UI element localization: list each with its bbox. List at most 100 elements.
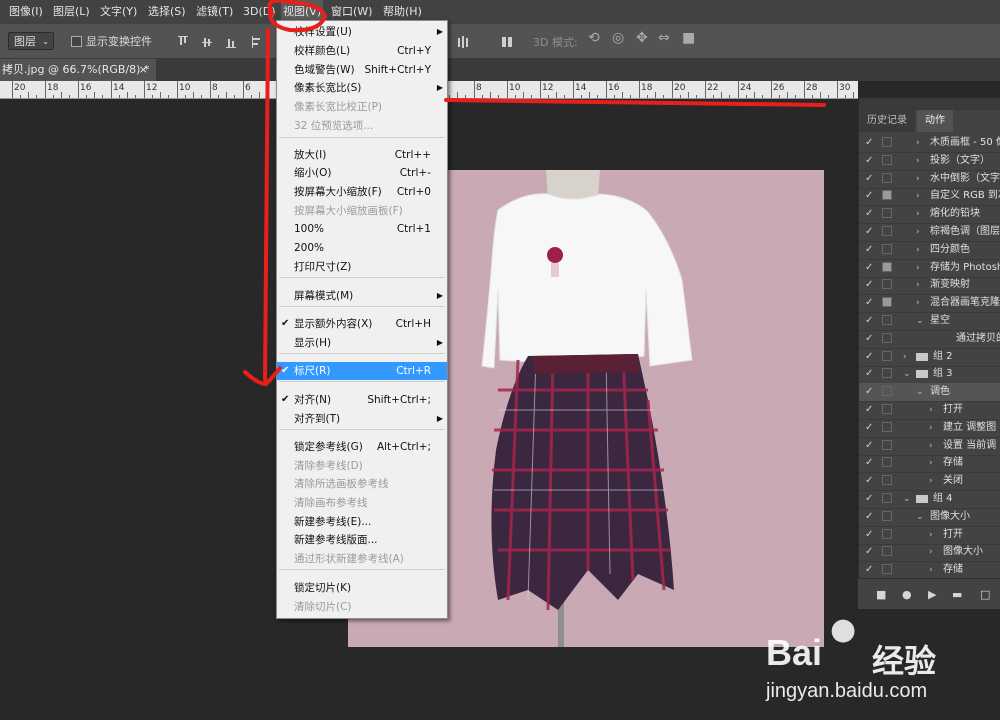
show-transform-checkbox[interactable] [71,36,82,47]
tab-actions[interactable]: 动作 [917,110,953,132]
3d-scale-icon[interactable]: ■ [682,30,695,46]
view-menu-item[interactable]: 校样颜色(L) Ctrl+Y [277,42,447,60]
menu-image[interactable]: 图像(I) [7,0,45,24]
menu-filter[interactable]: 滤镜(T) [194,0,235,24]
chevron-down-icon[interactable]: ⌄ [903,490,911,508]
action-row[interactable]: ✓ › 存储 [859,454,1000,474]
view-menu-item[interactable]: 打印尺寸(Z) [277,258,447,276]
action-row[interactable]: ✓ › 存储为 Photoshop [859,259,1000,278]
view-menu-item[interactable]: 锁定参考线(G) Alt+Ctrl+; [277,438,447,456]
distribute-icon[interactable] [458,36,468,48]
action-row[interactable]: ✓ ⌄ 星空 [859,312,1000,331]
view-menu-item[interactable]: 对齐到(T) ▶ [277,410,447,428]
3d-roll-icon[interactable]: ◎ [612,30,624,46]
view-menu-item[interactable]: 屏幕模式(M) ▶ [277,287,447,305]
tab-history[interactable]: 历史记录 [859,110,915,132]
close-icon[interactable]: × [139,59,148,81]
chevron-right-icon[interactable]: › [929,543,933,561]
chevron-right-icon[interactable]: › [929,401,933,419]
chevron-right-icon[interactable]: › [916,223,920,241]
dialog-toggle-box[interactable] [882,368,892,379]
toggle-checkmark-icon[interactable]: ✓ [865,173,873,184]
dialog-toggle-box[interactable] [882,137,892,147]
dialog-toggle-box[interactable] [882,386,892,397]
chevron-down-icon[interactable]: ⌄ [916,383,924,401]
dialog-toggle-box[interactable] [882,564,892,575]
dialog-toggle-box[interactable] [882,154,892,165]
view-menu-item[interactable]: ✔ 标尺(R) Ctrl+R [277,362,447,380]
3d-orbit-icon[interactable]: ⟲ [588,30,600,46]
toggle-checkmark-icon[interactable]: ✓ [865,511,873,522]
chevron-right-icon[interactable]: › [916,294,920,312]
chevron-right-icon[interactable]: › [916,187,920,205]
action-row[interactable]: ✓ › 四分颜色 [859,241,1000,260]
chevron-right-icon[interactable]: › [929,437,933,455]
3d-slide-icon[interactable]: ⇔ [658,30,670,46]
action-row[interactable]: ✓ › 渐变映射 [859,276,1000,296]
toggle-checkmark-icon[interactable]: ✓ [865,369,873,379]
dialog-toggle-box[interactable] [882,261,892,272]
toggle-checkmark-icon[interactable]: ✓ [865,422,873,433]
view-menu-item[interactable]: 放大(I) Ctrl++ [277,146,447,164]
chevron-down-icon[interactable]: ⌄ [916,312,924,330]
chevron-down-icon[interactable]: ⌄ [903,365,911,383]
dialog-toggle-box[interactable] [882,421,892,432]
action-row[interactable]: ✓ › 木质画框 - 50 像 [859,134,1000,153]
chevron-right-icon[interactable]: › [916,259,920,277]
align-top-icon[interactable] [178,36,188,48]
align-bottom-icon[interactable] [226,36,236,48]
dialog-toggle-box[interactable] [882,457,892,468]
toggle-checkmark-icon[interactable]: ✓ [865,458,873,468]
action-row[interactable]: ✓ ⌄ 组 4 [859,490,1000,509]
record-icon[interactable]: ● [902,588,912,601]
view-menu-item[interactable]: 新建参考线版面... [277,531,447,549]
action-row[interactable]: ✓ › 建立 调整图 [859,419,1000,438]
menu-select[interactable]: 选择(S) [146,0,188,24]
view-menu-item[interactable]: 100% Ctrl+1 [277,220,447,238]
dialog-toggle-box[interactable] [882,226,892,236]
action-row[interactable]: ✓ › 棕褐色调（图层） [859,223,1000,242]
menu-layer[interactable]: 图层(L) [51,0,92,24]
dialog-toggle-box[interactable] [882,297,892,308]
toggle-checkmark-icon[interactable]: ✓ [865,387,873,397]
chevron-right-icon[interactable]: › [929,419,933,437]
layer-select-dropdown[interactable]: 图层 ⌄ [8,32,54,50]
view-menu-item[interactable]: ✔ 对齐(N) Shift+Ctrl+; [277,391,447,409]
3d-pan-icon[interactable]: ✥ [636,30,648,46]
action-row[interactable]: ✓ › 打开 [859,526,1000,545]
new-action-icon[interactable]: □ [980,588,990,601]
toggle-checkmark-icon[interactable]: ✓ [865,440,873,451]
dialog-toggle-box[interactable] [882,243,892,254]
dialog-toggle-box[interactable] [882,475,892,486]
view-menu-item[interactable]: 像素长宽比(S) ▶ [277,79,447,97]
chevron-right-icon[interactable]: › [916,205,920,223]
toggle-checkmark-icon[interactable]: ✓ [865,529,873,540]
view-menu-item[interactable]: 新建参考线(E)... [277,513,447,531]
chevron-right-icon[interactable]: › [916,276,920,294]
menu-type[interactable]: 文字(Y) [98,0,139,24]
dialog-toggle-box[interactable] [882,528,892,539]
action-row[interactable]: ✓ › 投影（文字） [859,152,1000,171]
action-row[interactable]: ✓ › 打开 [859,401,1000,420]
toggle-checkmark-icon[interactable]: ✓ [865,565,873,575]
toggle-checkmark-icon[interactable]: ✓ [865,547,873,557]
chevron-right-icon[interactable]: › [929,454,933,472]
action-row[interactable]: ✓ › 图像大小 [859,543,1000,563]
dialog-toggle-box[interactable] [882,208,892,219]
chevron-right-icon[interactable]: › [916,134,920,152]
chevron-right-icon[interactable]: › [903,348,907,366]
menu-3d[interactable]: 3D(D) [241,0,278,24]
dialog-toggle-box[interactable] [882,190,892,201]
dialog-toggle-box[interactable] [882,510,892,521]
dialog-toggle-box[interactable] [882,546,892,557]
toggle-checkmark-icon[interactable]: ✓ [865,316,873,326]
stop-icon[interactable]: ■ [876,588,886,601]
dialog-toggle-box[interactable] [882,279,892,290]
action-row[interactable]: ✓ › 设置 当前调 [859,437,1000,456]
toggle-checkmark-icon[interactable]: ✓ [865,155,873,166]
view-menu-item[interactable]: 200% [277,239,447,257]
view-menu-item[interactable]: 校样设置(U) ▶ [277,23,447,41]
dialog-toggle-box[interactable] [882,350,892,361]
action-row[interactable]: ✓ › 关闭 [859,472,1000,492]
toggle-checkmark-icon[interactable]: ✓ [865,191,873,201]
